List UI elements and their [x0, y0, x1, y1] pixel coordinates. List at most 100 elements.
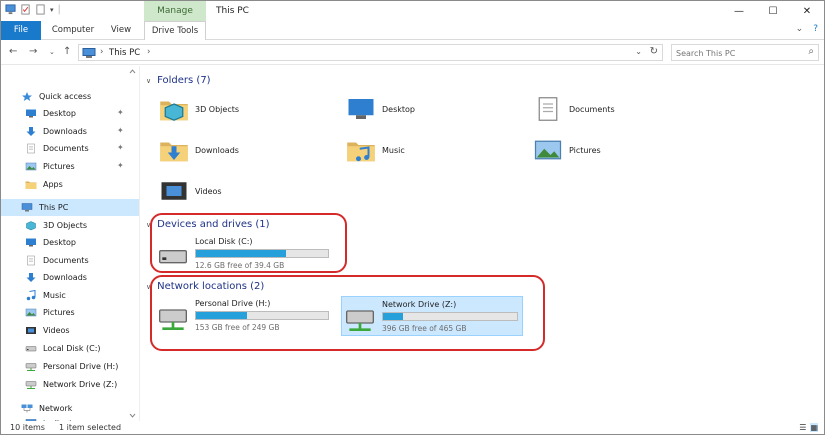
sidebar-item-label: Videos: [43, 326, 70, 335]
pin-icon[interactable]: ✦: [117, 143, 124, 152]
customize-qat-icon[interactable]: ▾: [50, 6, 54, 14]
sidebar-item-downloads[interactable]: Downloads: [1, 269, 139, 286]
content-area: ∨ Folders (7) ∨ Devices and drives (1) ∨…: [141, 66, 824, 421]
pictures-folder-icon: [25, 308, 37, 317]
navigation-pane: Quick access Desktop ✦ Downloads ✦ Documents ✦…: [1, 66, 140, 421]
back-button[interactable]: ←: [9, 46, 17, 57]
minimize-button[interactable]: —: [722, 1, 756, 21]
sidebar-item-label: Local Disk (C:): [43, 344, 101, 353]
sidebar-item-pictures[interactable]: Pictures ✦: [1, 158, 139, 175]
item-count: 10 items: [10, 423, 45, 432]
group-header-folders[interactable]: ∨ Folders (7): [146, 75, 211, 86]
pin-icon[interactable]: ✦: [117, 161, 124, 170]
sidebar-item-label: Network: [39, 404, 73, 413]
sidebar-item-label: Documents: [43, 256, 89, 265]
sidebar-item-label: Downloads: [43, 273, 87, 282]
pictures-folder-icon: [534, 140, 562, 160]
sidebar-item-personal-drive-h[interactable]: Personal Drive (H:): [1, 358, 139, 375]
sidebar-item-local-disk-c[interactable]: Local Disk (C:): [1, 340, 139, 357]
downloads-arrow-icon: [26, 127, 36, 136]
sidebar-item-label: Desktop: [43, 238, 76, 247]
close-button[interactable]: ✕: [790, 1, 824, 21]
search-input[interactable]: [676, 47, 796, 59]
tab-drive-tools[interactable]: Drive Tools: [144, 21, 206, 40]
sidebar-item-videos[interactable]: Videos: [1, 322, 139, 339]
local-disk-icon: [25, 346, 37, 352]
3d-objects-folder-icon: [160, 101, 188, 121]
computer-icon[interactable]: [5, 4, 16, 15]
pictures-folder-icon: [25, 162, 37, 171]
folder-item-videos[interactable]: Videos: [159, 176, 222, 206]
refresh-icon[interactable]: ↻: [650, 46, 658, 57]
3d-objects-icon: [26, 221, 36, 231]
folder-item-documents[interactable]: Documents: [533, 94, 615, 124]
sidebar-item-3d-objects[interactable]: 3D Objects: [1, 217, 139, 234]
up-button[interactable]: ↑: [63, 46, 71, 57]
sidebar-item-label: Music: [43, 291, 66, 300]
network-drive-icon: [25, 363, 37, 371]
window-controls: — ☐ ✕: [722, 1, 824, 21]
tab-manage[interactable]: Manage: [144, 1, 206, 21]
folder-label: Videos: [195, 186, 222, 196]
downloads-arrow-icon: [26, 273, 36, 282]
large-icons-view-icon[interactable]: ▦: [810, 423, 818, 432]
sidebar-item-label: Quick access: [39, 92, 92, 101]
sidebar-item-network-drive-z[interactable]: Network Drive (Z:): [1, 376, 139, 393]
folder-item-desktop[interactable]: Desktop: [346, 94, 415, 124]
sidebar-item-quick-access[interactable]: Quick access: [1, 88, 139, 105]
address-dropdown-icon[interactable]: ⌄: [635, 47, 642, 56]
folder-item-music[interactable]: Music: [346, 135, 405, 165]
help-icon[interactable]: ?: [813, 24, 818, 34]
sidebar-item-label: Documents: [43, 144, 89, 153]
chevron-right-icon[interactable]: ›: [100, 47, 103, 57]
ribbon-tabs: File Computer View Drive Tools ⌄ ?: [1, 21, 824, 40]
videos-folder-icon: [161, 182, 187, 200]
details-view-icon[interactable]: ☰: [799, 423, 806, 432]
sidebar-item-documents[interactable]: Documents ✦: [1, 140, 139, 157]
sidebar-item-apps[interactable]: Apps: [1, 176, 139, 193]
status-bar: 10 items 1 item selected ☰ ▦: [1, 421, 824, 435]
expand-ribbon-icon[interactable]: ⌄: [796, 24, 804, 34]
folder-label: Desktop: [382, 104, 415, 114]
address-bar[interactable]: › This PC › ⌄ ↻: [78, 44, 663, 61]
folder-item-3d-objects[interactable]: 3D Objects: [159, 94, 239, 124]
selection-count: 1 item selected: [59, 423, 122, 432]
sidebar-item-label: Pictures: [43, 308, 75, 317]
desktop-folder-icon: [348, 99, 374, 119]
sidebar-item-this-pc[interactable]: This PC: [1, 199, 139, 216]
sidebar-item-music[interactable]: Music: [1, 287, 139, 304]
folder-label: 3D Objects: [195, 104, 240, 114]
network-icon: [21, 404, 33, 413]
sidebar-item-downloads[interactable]: Downloads ✦: [1, 123, 139, 140]
folder-label: Downloads: [195, 145, 239, 155]
pin-icon[interactable]: ✦: [117, 126, 124, 135]
tab-file[interactable]: File: [1, 21, 41, 40]
chevron-down-icon[interactable]: ∨: [146, 77, 151, 85]
search-icon: ⌕: [808, 46, 814, 57]
music-folder-icon: [347, 142, 375, 162]
address-row: ← → ⌄ ↑ › This PC › ⌄ ↻ ⌕: [1, 41, 824, 65]
sidebar-item-documents[interactable]: Documents: [1, 252, 139, 269]
properties-icon[interactable]: [20, 4, 31, 15]
tab-computer[interactable]: Computer: [49, 21, 97, 40]
sidebar-item-desktop[interactable]: Desktop ✦: [1, 105, 139, 122]
nav-scrollbar[interactable]: [126, 66, 139, 421]
new-folder-icon[interactable]: [35, 4, 46, 15]
sidebar-item-pictures[interactable]: Pictures: [1, 304, 139, 321]
folder-item-downloads[interactable]: Downloads: [159, 135, 239, 165]
pin-icon[interactable]: ✦: [117, 108, 124, 117]
sidebar-item-label: 3D Objects: [43, 221, 88, 230]
forward-button[interactable]: →: [29, 46, 37, 57]
folder-icon: [25, 181, 37, 189]
sidebar-item-label: Apps: [43, 180, 63, 189]
sidebar-item-label: Desktop: [43, 109, 76, 118]
recent-locations-icon[interactable]: ⌄: [49, 48, 55, 56]
sidebar-item-label: Network Drive (Z:): [43, 380, 118, 389]
maximize-button[interactable]: ☐: [756, 1, 790, 21]
folder-item-pictures[interactable]: Pictures: [533, 135, 601, 165]
breadcrumb-this-pc[interactable]: This PC: [109, 48, 140, 58]
breadcrumb-separator[interactable]: ›: [147, 47, 150, 57]
search-box[interactable]: ⌕: [671, 44, 819, 61]
tab-view[interactable]: View: [105, 21, 137, 40]
sidebar-item-desktop[interactable]: Desktop: [1, 234, 139, 251]
